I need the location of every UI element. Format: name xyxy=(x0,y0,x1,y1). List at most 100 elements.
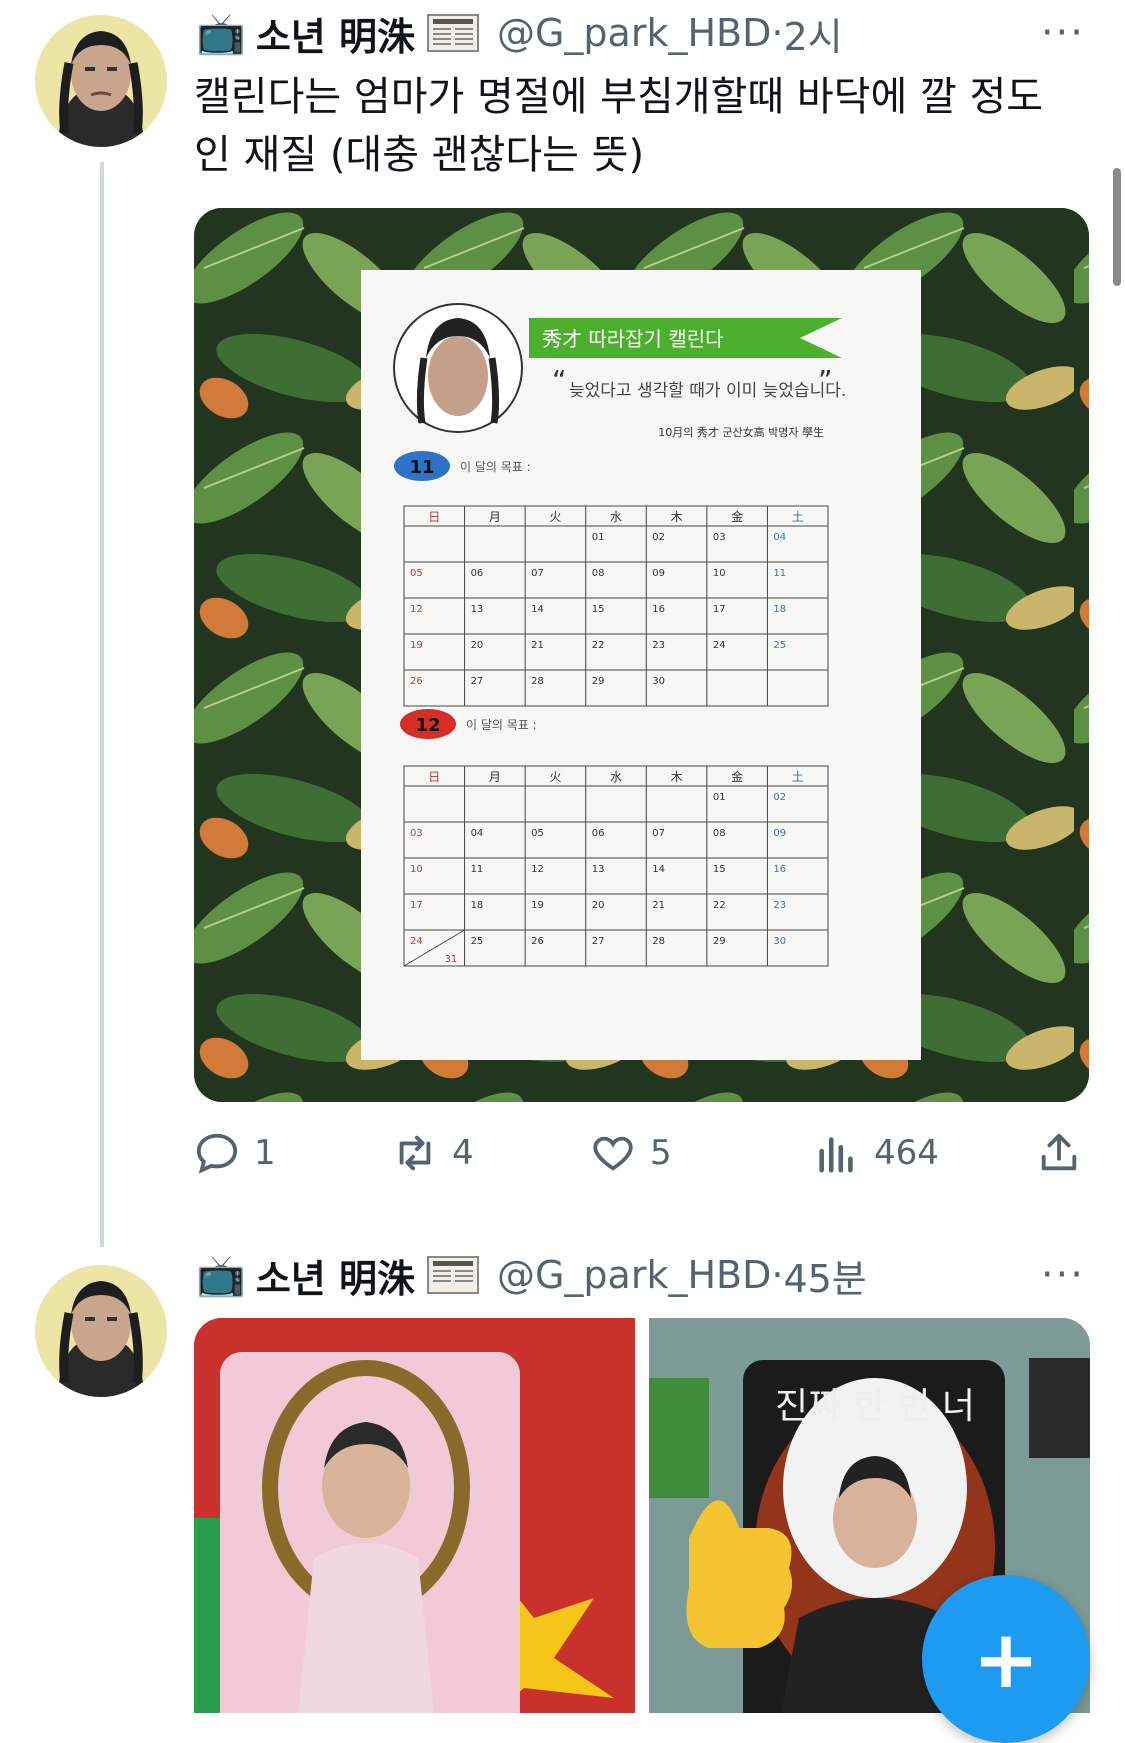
like-button[interactable]: 5 xyxy=(590,1130,672,1176)
tweet-actions: 1 4 5 464 xyxy=(194,1130,1084,1186)
calendar-day: 09 xyxy=(652,568,665,579)
calendar-day: 17 xyxy=(410,900,423,911)
calendar-day: 29 xyxy=(713,936,726,947)
weekday-header: 木 xyxy=(671,510,683,524)
calendar-day: 02 xyxy=(773,792,786,803)
calendar-day: 14 xyxy=(652,864,665,875)
calendar-day: 25 xyxy=(773,640,786,651)
quote-close-mark: ” xyxy=(818,364,833,397)
calendar-day: 07 xyxy=(531,568,544,579)
weekday-header: 土 xyxy=(792,770,804,784)
tweet-header: 📺 소년 明洙 @G_park_HBD · 2시 xyxy=(196,3,843,63)
calendar-day: 09 xyxy=(773,828,786,839)
views-icon xyxy=(819,1137,853,1173)
calendar-day: 30 xyxy=(652,676,665,687)
calendar-photo: 秀才 따라잡기 캘린다 “ 늦었다고 생각할 때가 이미 늦었습니다.” 10月의 秀… xyxy=(194,208,1089,1102)
calendar-day: 24 xyxy=(713,640,726,651)
tv-emoji: 📺 xyxy=(196,1252,246,1299)
thread-connector-line xyxy=(100,162,104,1247)
calendar-day: 05 xyxy=(410,568,423,579)
views-button[interactable]: 464 xyxy=(814,1130,939,1176)
calendar-day: 13 xyxy=(471,604,484,615)
calendar-day: 03 xyxy=(410,828,423,839)
weekday-header: 日 xyxy=(428,510,440,524)
quote-open-mark: “ xyxy=(552,364,567,397)
calendar-day: 21 xyxy=(531,640,544,651)
calendar-day: 04 xyxy=(773,532,786,543)
timestamp[interactable]: 2시 xyxy=(783,6,842,61)
timestamp[interactable]: 45분 xyxy=(783,1248,866,1303)
calendar-day: 06 xyxy=(592,828,605,839)
calendar-banner-text: 秀才 따라잡기 캘린다 xyxy=(542,327,724,351)
calendar-day: 07 xyxy=(652,828,665,839)
more-options-icon[interactable]: ··· xyxy=(1041,10,1085,56)
retweet-button[interactable]: 4 xyxy=(392,1130,474,1176)
weekday-header: 金 xyxy=(731,769,743,784)
calendar-day: 30 xyxy=(773,936,786,947)
month-number: 12 xyxy=(415,715,440,736)
calendar-day: 20 xyxy=(592,900,605,911)
goal-label: 이 달의 목표 : xyxy=(466,718,537,732)
calendar-day: 18 xyxy=(773,604,786,615)
calendar-day: 22 xyxy=(713,900,726,911)
handle[interactable]: @G_park_HBD xyxy=(497,11,771,55)
calendar-day: 28 xyxy=(652,936,665,947)
calendar-day: 08 xyxy=(713,828,726,839)
calendar-day: 22 xyxy=(592,640,605,651)
calendar-day: 15 xyxy=(592,604,605,615)
retweet-icon xyxy=(399,1135,431,1171)
retweet-count: 4 xyxy=(452,1133,474,1173)
calendar-day: 04 xyxy=(471,828,484,839)
separator-dot: · xyxy=(771,1253,784,1297)
plus-icon: + xyxy=(972,1612,1040,1706)
calendar-day: 20 xyxy=(471,640,484,651)
calendar-day: 25 xyxy=(471,936,484,947)
calendar-day: 11 xyxy=(773,568,786,579)
calendar-day: 08 xyxy=(592,568,605,579)
calendar-day: 17 xyxy=(713,604,726,615)
weekday-header: 水 xyxy=(610,770,622,784)
calendar-day: 23 xyxy=(652,640,665,651)
weekday-header: 月 xyxy=(489,770,501,784)
tweet-image[interactable]: 秀才 따라잡기 캘린다 “늦었다고 생각할 때가 이미 늦었습니다.” 10月의 秀… xyxy=(194,208,1089,1102)
avatar[interactable] xyxy=(35,1265,167,1397)
newspaper-icon xyxy=(426,14,479,52)
display-name[interactable]: 소년 明洙 xyxy=(256,1248,415,1303)
separator-dot: · xyxy=(771,11,784,55)
scrollbar[interactable] xyxy=(1113,168,1121,286)
calendar-credit: 10月의 秀才 군산女高 박명자 學生 xyxy=(658,425,824,439)
share-icon xyxy=(1041,1133,1077,1171)
more-options-icon[interactable]: ··· xyxy=(1041,1252,1085,1298)
calendar-day: 13 xyxy=(592,864,605,875)
weekday-header: 水 xyxy=(610,510,622,524)
calendar-day: 18 xyxy=(471,900,484,911)
compose-tweet-button[interactable]: + xyxy=(922,1575,1090,1743)
calendar-day: 16 xyxy=(652,604,665,615)
calendar-day: 29 xyxy=(592,676,605,687)
calendar-day: 11 xyxy=(471,864,484,875)
calendar-day: 10 xyxy=(410,864,423,875)
reply-button[interactable]: 1 xyxy=(194,1130,276,1176)
avatar[interactable] xyxy=(35,15,167,147)
weekday-header: 月 xyxy=(489,510,501,524)
share-button[interactable] xyxy=(1036,1130,1096,1176)
tv-emoji: 📺 xyxy=(196,10,246,57)
tweet-text: 캘린다는 엄마가 명절에 부침개할때 바닥에 깔 정도인 재질 (대충 괜찮다는… xyxy=(194,74,1044,178)
calendar-day: 01 xyxy=(592,532,605,543)
tweet-header: 📺 소년 明洙 @G_park_HBD · 45분 xyxy=(196,1245,867,1305)
calendar-day: 15 xyxy=(713,864,726,875)
calendar-day: 03 xyxy=(713,532,726,543)
like-count: 5 xyxy=(650,1133,672,1173)
display-name[interactable]: 소년 明洙 xyxy=(256,6,415,61)
calendar-day: 19 xyxy=(410,640,423,651)
calendar-day: 31 xyxy=(445,954,458,965)
calendar-day: 26 xyxy=(410,676,423,687)
reply-count: 1 xyxy=(254,1133,276,1173)
calendar-day: 14 xyxy=(531,604,544,615)
handle[interactable]: @G_park_HBD xyxy=(497,1253,771,1297)
calendar-quote: 늦었다고 생각할 때가 이미 늦었습니다. xyxy=(569,381,846,401)
calendar-day: 05 xyxy=(531,828,544,839)
calendar-day: 12 xyxy=(531,864,544,875)
month-number: 11 xyxy=(409,457,434,478)
tweet-image-left[interactable] xyxy=(194,1318,635,1713)
